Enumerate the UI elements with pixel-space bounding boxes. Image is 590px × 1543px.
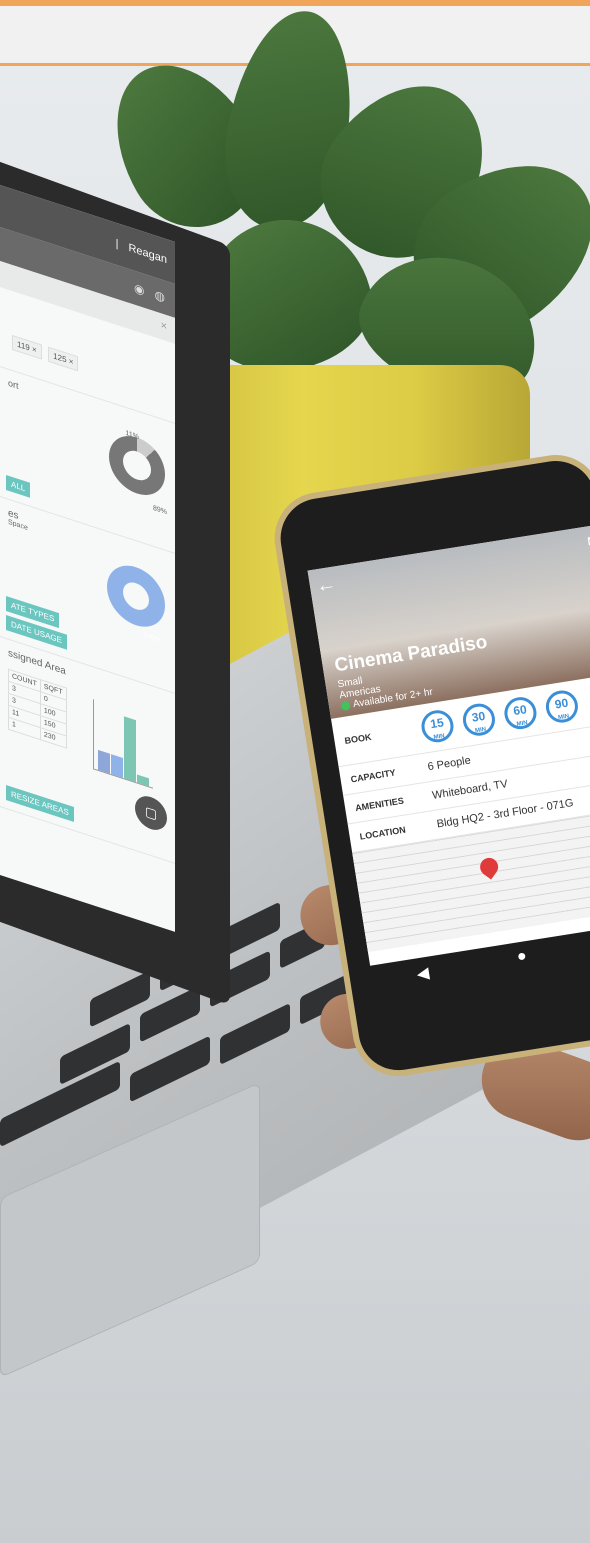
pill-unit: MIN: [433, 733, 446, 741]
laptop-display: | Reagan ◉ ◍ × 119 × 125 × ort 11% 89% A…: [0, 185, 175, 932]
capacity-value: 6 People: [426, 754, 472, 774]
donut-hole: [123, 446, 151, 485]
section-text: ort: [8, 377, 19, 392]
resize-areas-button[interactable]: RESIZE AREAS: [6, 784, 74, 822]
phone-screen: ← ◙ Cinema Paradiso Small Americas Avail…: [307, 523, 590, 966]
location-label: LOCATION: [359, 824, 407, 842]
banner-stripe: [0, 0, 590, 6]
donut-large-label: 89%: [152, 504, 167, 517]
nav-back-icon[interactable]: ◀: [415, 963, 432, 995]
header-divider: |: [115, 237, 119, 251]
amenities-value: Whiteboard, TV: [431, 778, 509, 802]
pill-unit: MIN: [474, 726, 487, 735]
globe-icon[interactable]: ◍: [155, 287, 165, 304]
status-dot: [340, 700, 351, 711]
all-button[interactable]: ALL: [6, 474, 31, 498]
book-30-button[interactable]: 30 MIN: [460, 701, 498, 739]
mini-histogram: [93, 699, 153, 789]
histogram-bar: [98, 749, 110, 774]
donut-hole: [123, 578, 149, 614]
book-label: BOOK: [343, 731, 373, 746]
amenities-label: AMENITIES: [354, 795, 405, 814]
histogram-bar: [124, 716, 136, 783]
histogram-bar: [137, 774, 149, 787]
capacity-label: CAPACITY: [349, 767, 397, 785]
user-name[interactable]: Reagan: [128, 242, 167, 267]
close-icon[interactable]: ×: [161, 319, 167, 333]
area-table: COUNT SQFT 30 3 100 11 150 1 230: [8, 669, 67, 749]
pill-unit: MIN: [516, 720, 529, 728]
room-title: Cinema Paradiso: [333, 631, 489, 677]
map-pin-icon: [476, 854, 502, 880]
back-arrow-icon[interactable]: ←: [314, 573, 337, 599]
filter-chip[interactable]: 125 ×: [48, 346, 79, 372]
filter-chip[interactable]: 119 ×: [12, 334, 42, 360]
nav-home-icon[interactable]: ●: [516, 947, 530, 978]
book-15-button[interactable]: 15 MIN: [419, 707, 456, 745]
eye-icon[interactable]: ◉: [134, 281, 144, 298]
histogram-bar: [111, 754, 123, 778]
chat-fab-button[interactable]: ▢: [135, 791, 167, 835]
camera-icon[interactable]: ◙: [587, 531, 590, 548]
pill-unit: MIN: [557, 713, 570, 722]
book-90-button[interactable]: 90 MIN: [543, 688, 581, 725]
donut-label: 100%: [143, 631, 161, 645]
book-60-button[interactable]: 60 MIN: [502, 694, 539, 732]
